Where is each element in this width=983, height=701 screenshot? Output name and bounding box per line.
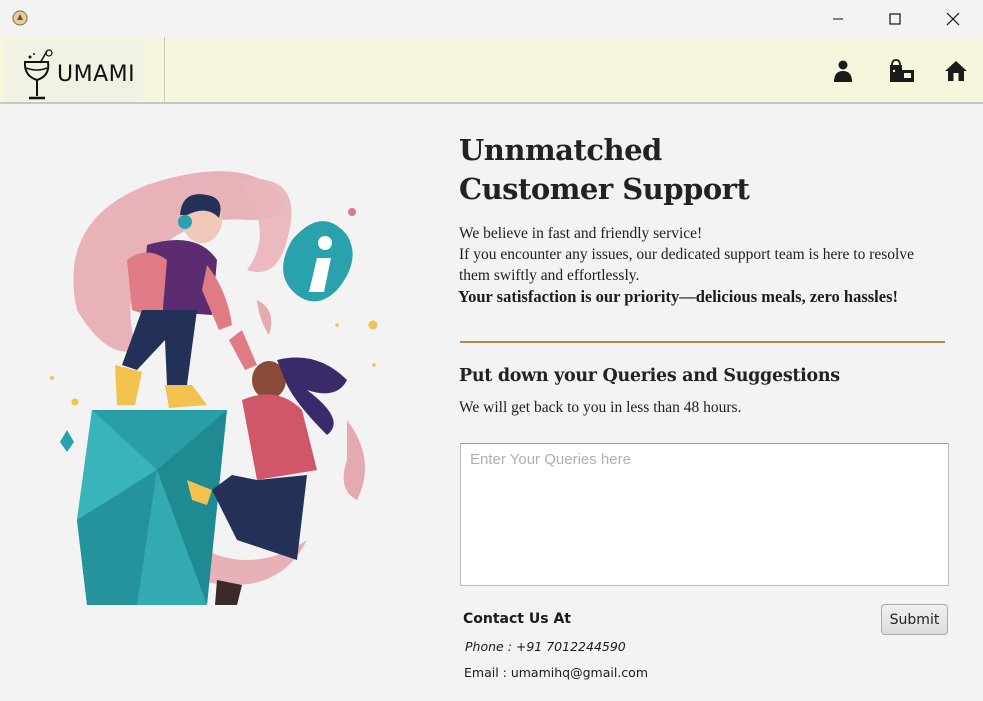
header-divider	[164, 37, 165, 102]
profile-icon[interactable]	[831, 59, 855, 83]
brand-name: UMAMI	[57, 62, 136, 87]
app-header: UMAMI	[0, 37, 983, 104]
response-time-note: We will get back to you in less than 48 …	[459, 399, 742, 416]
minimize-icon	[833, 18, 843, 19]
submit-button[interactable]: Submit	[881, 604, 948, 635]
contact-email: Email : umamihq@gmail.com	[464, 665, 648, 680]
shop-icon[interactable]	[889, 59, 914, 83]
home-icon[interactable]	[944, 59, 968, 83]
page-title: Unnmatched Customer Support	[459, 131, 939, 209]
page-title-line1: Unnmatched	[459, 133, 662, 167]
description-line: We believe in fast and friendly service!	[459, 225, 703, 242]
page-title-line2: Customer Support	[459, 172, 750, 206]
description-line: If you encounter any issues, our dedicat…	[459, 246, 914, 263]
close-button[interactable]	[930, 0, 976, 37]
customer-support-illustration	[47, 160, 383, 605]
maximize-icon	[889, 12, 901, 25]
description-line: them swiftly and effortlessly.	[459, 267, 640, 284]
contact-phone: Phone : +91 7012244590	[465, 639, 626, 654]
brand-logo[interactable]: UMAMI	[4, 41, 143, 101]
contact-heading: Contact Us At	[463, 611, 571, 627]
section-divider	[460, 341, 945, 343]
support-description: We believe in fast and friendly service!…	[459, 223, 959, 286]
queries-heading: Put down your Queries and Suggestions	[459, 366, 840, 386]
app-logo-icon	[11, 9, 29, 27]
window-title-bar	[0, 0, 983, 37]
cocktail-glass-icon	[20, 46, 54, 107]
satisfaction-statement: Your satisfaction is our priority—delici…	[458, 287, 898, 306]
maximize-button[interactable]	[872, 0, 918, 37]
minimize-button[interactable]	[815, 0, 861, 37]
close-icon	[946, 12, 960, 25]
query-input[interactable]	[460, 443, 949, 586]
